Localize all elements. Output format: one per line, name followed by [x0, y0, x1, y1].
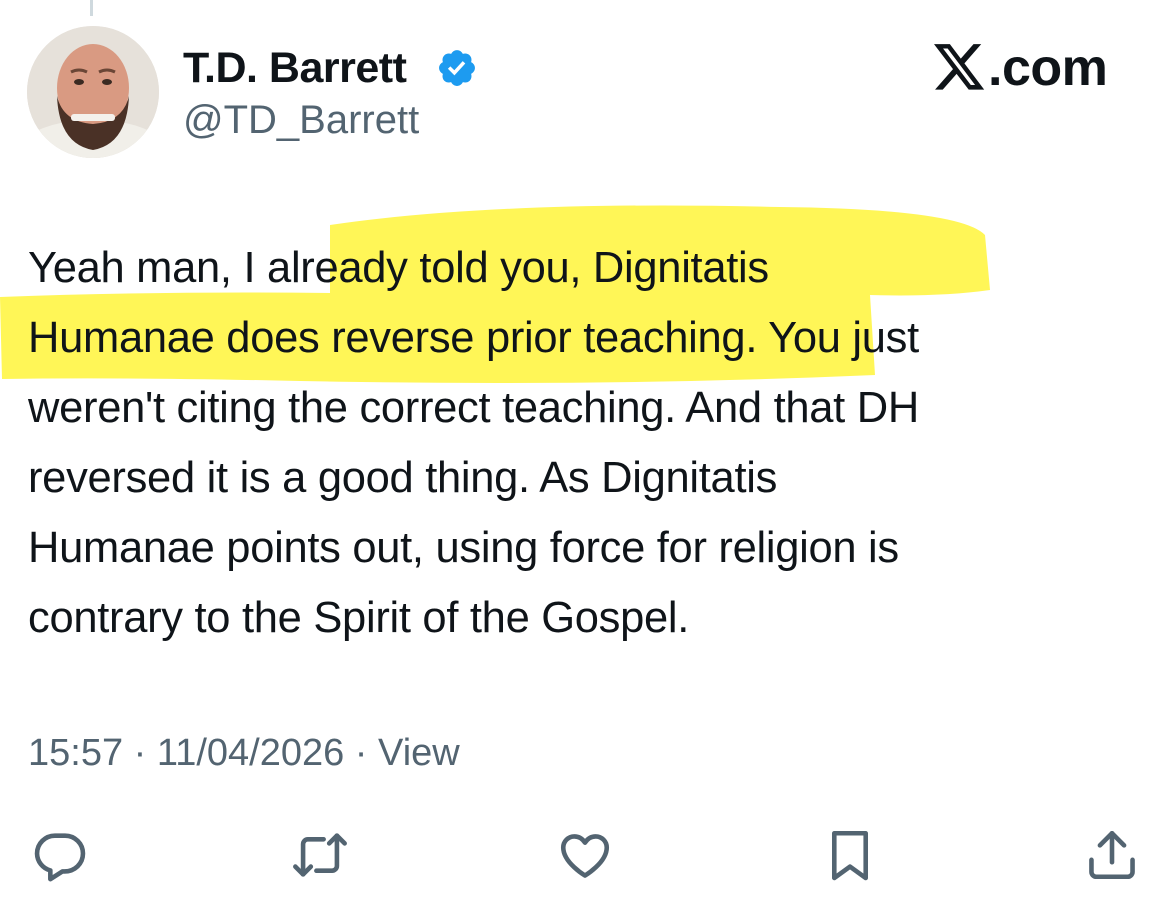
- retweet-icon: [293, 833, 347, 877]
- action-bar: [0, 820, 1170, 890]
- meta-separator: ·: [123, 732, 157, 774]
- brand-watermark: .com: [934, 38, 1108, 98]
- reply-button[interactable]: [25, 820, 95, 890]
- tweet-text-line: Humanae points out, using force for reli…: [28, 524, 899, 572]
- views-link[interactable]: View: [378, 732, 460, 774]
- bookmark-icon: [831, 830, 869, 881]
- tweet-meta: 15:57 · 11/04/2026 · View: [28, 728, 460, 778]
- tweet-text: Yeah man, I already told you, Dignitatis…: [28, 233, 1148, 653]
- verified-badge-icon[interactable]: [436, 47, 478, 89]
- tweet-time[interactable]: 15:57: [28, 732, 123, 774]
- tweet-text-line: Yeah man, I already told you, Dignitatis: [28, 244, 769, 292]
- meta-separator: ·: [344, 732, 379, 774]
- brand-label: .com: [988, 39, 1108, 97]
- avatar[interactable]: [27, 26, 159, 158]
- tweet-text-line: contrary to the Spirit of the Gospel.: [28, 594, 690, 642]
- reply-icon: [34, 833, 86, 882]
- x-logo-icon: [934, 44, 985, 90]
- tweet-date[interactable]: 11/04/2026: [157, 732, 344, 774]
- avatar-photo: [27, 26, 159, 158]
- thread-connector-line: [90, 0, 93, 16]
- tweet-text-line: Humanae does reverse prior teaching. You…: [28, 314, 919, 362]
- like-icon: [560, 834, 610, 878]
- author-handle[interactable]: @TD_Barrett: [183, 97, 419, 143]
- bookmark-button[interactable]: [815, 820, 885, 890]
- tweet-text-line: reversed it is a good thing. As Dignitat…: [28, 454, 778, 502]
- share-button[interactable]: [1077, 820, 1147, 890]
- share-icon: [1089, 830, 1135, 880]
- tweet-text-line: weren't citing the correct teaching. And…: [28, 384, 919, 432]
- author-display-name[interactable]: T.D. Barrett: [183, 44, 407, 92]
- like-button[interactable]: [550, 820, 620, 890]
- retweet-button[interactable]: [285, 820, 355, 890]
